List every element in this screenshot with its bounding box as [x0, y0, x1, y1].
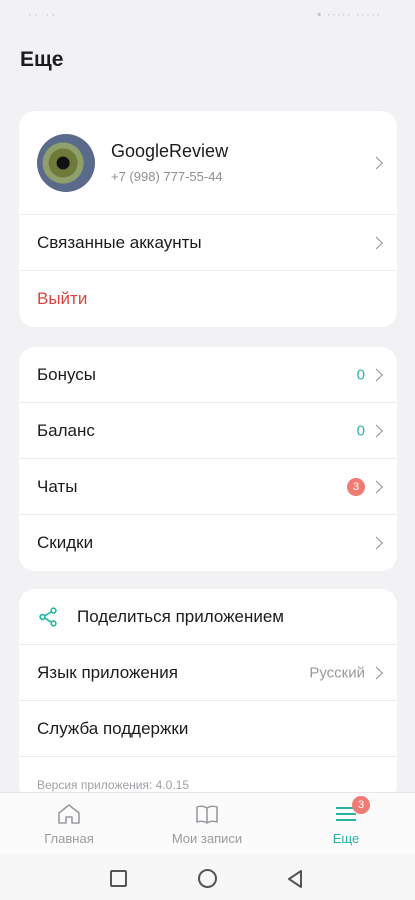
avatar — [37, 133, 95, 192]
nav-records[interactable]: Мои записи — [138, 793, 276, 855]
linked-accounts-row[interactable]: Связанные аккаунты — [19, 215, 397, 271]
bottom-nav: Главная Мои записи 3 Еще — [0, 792, 415, 854]
bonuses-value: 0 — [356, 366, 365, 383]
support-row[interactable]: Служба поддержки — [19, 701, 397, 757]
chevron-right-icon — [370, 236, 383, 249]
page-title: Еще — [20, 48, 64, 71]
balance-row[interactable]: Баланс 0 — [19, 403, 397, 459]
share-row[interactable]: Поделиться приложением — [19, 589, 397, 645]
nav-more-label: Еще — [332, 831, 360, 846]
support-label: Служба поддержки — [37, 718, 189, 738]
nav-records-label: Мои записи — [171, 831, 243, 846]
chevron-right-icon — [370, 368, 383, 381]
balance-label: Баланс — [37, 420, 95, 440]
chats-label: Чаты — [37, 476, 78, 496]
account-card: GoogleReview +7 (998) 777-55-44 Связанны… — [19, 111, 397, 327]
chats-row[interactable]: Чаты 3 — [19, 459, 397, 515]
book-icon — [196, 805, 218, 824]
wallet-card: Бонусы 0 Баланс 0 Чаты 3 Скидки — [19, 347, 397, 571]
chevron-right-icon — [370, 480, 383, 493]
home-button-icon[interactable] — [198, 869, 217, 888]
share-icon — [39, 606, 57, 627]
menu-icon: 3 — [333, 796, 370, 825]
nav-more[interactable]: 3 Еще — [277, 793, 415, 855]
chevron-right-icon — [370, 424, 383, 437]
profile-info: GoogleReview +7 (998) 777-55-44 — [111, 141, 228, 184]
bonuses-row[interactable]: Бонусы 0 — [19, 347, 397, 403]
home-icon — [58, 804, 80, 824]
share-label: Поделиться приложением — [77, 606, 284, 626]
profile-name: GoogleReview — [111, 141, 229, 161]
chats-badge: 3 — [347, 477, 365, 496]
chevron-right-icon — [370, 666, 383, 679]
discounts-row[interactable]: Скидки — [19, 515, 397, 571]
language-value: Русский — [309, 664, 365, 681]
nav-home-label: Главная — [44, 831, 94, 846]
recent-apps-icon[interactable] — [110, 870, 127, 887]
language-row[interactable]: Язык приложения Русский — [19, 645, 397, 701]
logout-label: Выйти — [37, 289, 88, 308]
system-nav-bar — [0, 854, 415, 900]
logout-row[interactable]: Выйти — [19, 271, 397, 327]
chevron-right-icon — [370, 156, 383, 169]
back-icon[interactable] — [286, 869, 304, 889]
settings-card: Поделиться приложением Язык приложения Р… — [19, 589, 397, 801]
profile-row[interactable]: GoogleReview +7 (998) 777-55-44 — [19, 111, 397, 215]
nav-home[interactable]: Главная — [0, 793, 138, 855]
status-bar: ·· ·· ▪ ····· ····· — [0, 0, 415, 28]
bonuses-label: Бонусы — [37, 364, 97, 384]
balance-value: 0 — [356, 422, 365, 439]
chevron-right-icon — [370, 536, 383, 550]
status-bar-left: ·· ·· — [28, 7, 58, 21]
linked-accounts-label: Связанные аккаунты — [37, 232, 202, 252]
profile-phone: +7 (998) 777-55-44 — [111, 169, 223, 184]
discounts-label: Скидки — [37, 533, 94, 552]
nav-more-badge: 3 — [352, 796, 370, 814]
language-label: Язык приложения — [37, 662, 178, 682]
status-bar-right: ▪ ····· ····· — [317, 7, 381, 21]
